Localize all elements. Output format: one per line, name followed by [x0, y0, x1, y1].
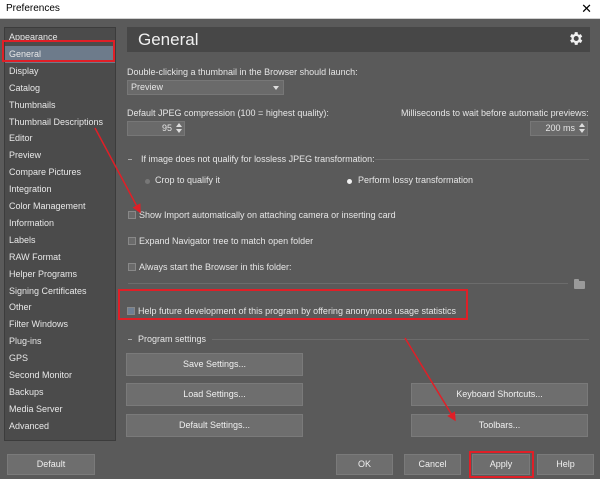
radio-crop[interactable]	[145, 179, 150, 184]
page-header: General	[127, 27, 590, 52]
sidebar-item-backups[interactable]: Backups	[5, 384, 115, 401]
sidebar-item-plug-ins[interactable]: Plug-ins	[5, 333, 115, 350]
gear-icon[interactable]	[567, 30, 584, 47]
sidebar-item-helper-programs[interactable]: Helper Programs	[5, 266, 115, 283]
sidebar-item-compare-pictures[interactable]: Compare Pictures	[5, 164, 115, 181]
checkbox-start-folder[interactable]	[128, 263, 136, 271]
jpeg-quality-value: 95	[161, 123, 172, 133]
cancel-button[interactable]: Cancel	[404, 454, 461, 475]
spinner-arrows-icon[interactable]	[579, 123, 585, 134]
sidebar-item-media-server[interactable]: Media Server	[5, 401, 115, 418]
sidebar-item-labels[interactable]: Labels	[5, 232, 115, 249]
jpeg-quality-stepper[interactable]: 95	[127, 121, 185, 136]
launch-dropdown[interactable]: Preview	[127, 80, 284, 95]
sidebar-item-gps[interactable]: GPS	[5, 350, 115, 367]
load-settings-button[interactable]: Load Settings...	[126, 383, 303, 406]
sidebar-item-thumbnails[interactable]: Thumbnails	[5, 97, 115, 114]
ok-button[interactable]: OK	[336, 454, 393, 475]
sidebar-item-editor[interactable]: Editor	[5, 130, 115, 147]
folder-icon[interactable]	[574, 279, 585, 289]
sidebar-item-thumbnail-descriptions[interactable]: Thumbnail Descriptions	[5, 114, 115, 131]
sidebar-item-raw-format[interactable]: RAW Format	[5, 249, 115, 266]
default-button[interactable]: Default	[7, 454, 95, 475]
default-settings-button[interactable]: Default Settings...	[126, 414, 303, 437]
folder-path-field[interactable]	[128, 283, 568, 284]
expand-navigator-label[interactable]: Expand Navigator tree to match open fold…	[139, 236, 313, 246]
divider	[212, 339, 589, 340]
main-panel: General Double-clicking a thumbnail in t…	[118, 27, 596, 441]
divider	[375, 159, 589, 160]
jpeg-label: Default JPEG compression (100 = highest …	[127, 108, 329, 118]
radio-crop-label[interactable]: Crop to qualify it	[155, 175, 220, 185]
ms-stepper[interactable]: 200 ms	[530, 121, 588, 136]
help-button[interactable]: Help	[537, 454, 594, 475]
radio-lossy[interactable]	[347, 179, 352, 184]
sidebar-item-color-management[interactable]: Color Management	[5, 198, 115, 215]
sidebar-item-other[interactable]: Other	[5, 299, 115, 316]
sidebar-item-filter-windows[interactable]: Filter Windows	[5, 316, 115, 333]
radio-lossy-label[interactable]: Perform lossy transformation	[358, 175, 473, 185]
chevron-down-icon	[273, 86, 279, 90]
ms-value: 200 ms	[545, 123, 575, 133]
checkbox-usage-stats[interactable]	[127, 307, 135, 315]
window-title: Preferences	[6, 3, 60, 14]
checkbox-show-import[interactable]	[128, 211, 136, 219]
keyboard-shortcuts-button[interactable]: Keyboard Shortcuts...	[411, 383, 588, 406]
lossless-label: If image does not qualify for lossless J…	[141, 154, 375, 164]
section-divider	[128, 159, 132, 160]
toolbars-button[interactable]: Toolbars...	[411, 414, 588, 437]
launch-label: Double-clicking a thumbnail in the Brows…	[127, 67, 358, 77]
page-title: General	[138, 30, 199, 49]
sidebar-item-second-monitor[interactable]: Second Monitor	[5, 367, 115, 384]
dialog-footer: Default OK Cancel Apply Help	[0, 448, 600, 479]
ms-label: Milliseconds to wait before automatic pr…	[401, 108, 589, 118]
sidebar-item-catalog[interactable]: Catalog	[5, 80, 115, 97]
title-bar: Preferences ✕	[0, 0, 600, 19]
sidebar-item-advanced[interactable]: Advanced	[5, 418, 115, 435]
close-icon[interactable]: ✕	[581, 1, 592, 16]
start-folder-label[interactable]: Always start the Browser in this folder:	[139, 262, 292, 272]
sidebar-item-preview[interactable]: Preview	[5, 147, 115, 164]
sidebar-item-signing-certificates[interactable]: Signing Certificates	[5, 283, 115, 300]
spinner-arrows-icon[interactable]	[176, 123, 182, 134]
checkbox-expand-navigator[interactable]	[128, 237, 136, 245]
sidebar-item-integration[interactable]: Integration	[5, 181, 115, 198]
section-divider	[128, 339, 132, 340]
sidebar: Appearance General Display Catalog Thumbnail…	[4, 27, 116, 441]
save-settings-button[interactable]: Save Settings...	[126, 353, 303, 376]
sidebar-item-display[interactable]: Display	[5, 63, 115, 80]
show-import-label[interactable]: Show Import automatically on attaching c…	[139, 210, 396, 220]
annotation-highlight-general	[2, 40, 115, 62]
launch-dropdown-value: Preview	[131, 82, 164, 92]
usage-stats-label[interactable]: Help future development of this program …	[138, 306, 456, 316]
annotation-highlight-apply	[469, 451, 534, 478]
program-settings-label: Program settings	[138, 334, 207, 344]
sidebar-item-information[interactable]: Information	[5, 215, 115, 232]
